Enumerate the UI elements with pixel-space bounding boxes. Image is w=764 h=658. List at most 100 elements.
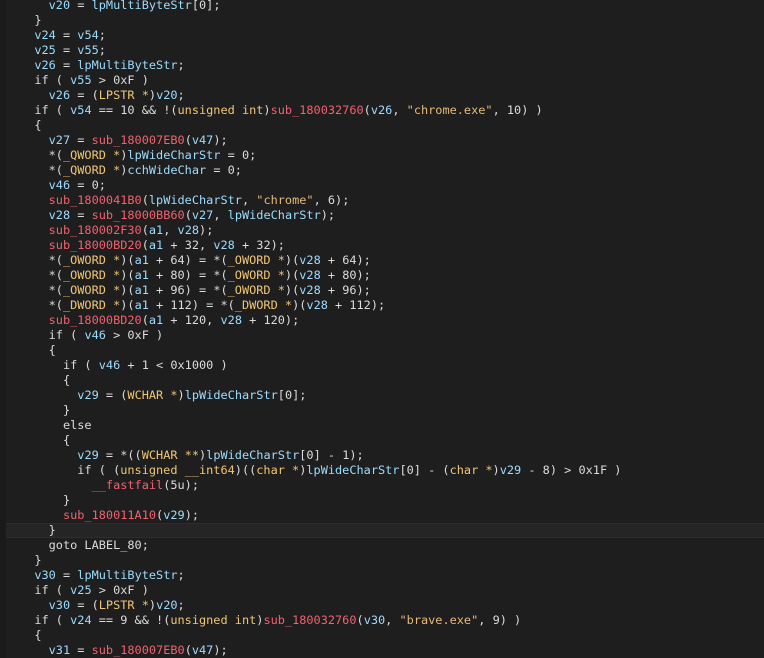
code-token-plain: == 10 && !( (91, 103, 178, 117)
code-line[interactable]: if ( v55 > 0xF ) (6, 73, 764, 88)
code-token-type: _OWORD * (62, 268, 121, 282)
code-token-var: v54 (70, 103, 92, 117)
code-token-plain: = (55, 28, 78, 42)
code-token-plain: )( (120, 268, 135, 282)
code-token-plain: , 10) ) (492, 103, 543, 117)
code-token-str: "chrome.exe" (406, 103, 493, 117)
code-token-plain: if ( (20, 328, 85, 342)
code-line[interactable]: if ( v46 > 0xF ) (6, 328, 764, 343)
code-token-var: v46 (48, 178, 71, 192)
code-token-plain: *( (20, 268, 63, 282)
code-line[interactable]: v30 = (LPSTR *)v20; (6, 598, 764, 613)
code-token-var: v25 (70, 583, 92, 597)
code-line[interactable]: if ( (unsigned __int64)((char *)lpWideCh… (6, 463, 764, 478)
code-line[interactable]: sub_180002F30(a1, v28); (6, 223, 764, 238)
code-token-plain: ( (184, 208, 192, 222)
code-token-var: v30 (48, 598, 71, 612)
code-token-type: LPSTR * (98, 598, 149, 612)
code-line[interactable]: if ( v24 == 9 && !(unsigned int)sub_1800… (6, 613, 764, 628)
code-line[interactable]: } (6, 493, 764, 508)
code-line[interactable]: v25 = v55; (6, 43, 764, 58)
code-line[interactable]: *(_QWORD *)lpWideCharStr = 0; (6, 148, 764, 163)
code-token-plain: + 112); (327, 298, 386, 312)
code-token-func: sub_18000BD20 (48, 313, 142, 327)
code-line[interactable]: sub_1800041B0(lpWideCharStr, "chrome", 6… (6, 193, 764, 208)
pseudocode-view[interactable]: v20 = lpMultiByteStr[0]; } v24 = v54; v2… (0, 0, 764, 658)
code-token-plain: [0] - ( (399, 463, 450, 477)
code-token-plain: + 64); (320, 253, 371, 267)
code-line[interactable]: goto LABEL_80; (6, 538, 764, 553)
code-line[interactable]: v26 = (LPSTR *)v20; (6, 88, 764, 103)
code-line[interactable]: v26 = lpMultiByteStr; (6, 58, 764, 73)
code-token-type: _QWORD * (62, 163, 121, 177)
code-token-func: sub_18000BD20 (48, 238, 142, 252)
code-line[interactable]: { (6, 118, 764, 133)
code-token-var: v46 (98, 358, 121, 372)
code-token-var: v55 (77, 43, 99, 57)
code-token-var: v28 (220, 313, 242, 327)
code-token-var: v28 (177, 223, 200, 237)
code-token-var: v30 (363, 613, 386, 627)
code-line[interactable]: *(_OWORD *)(a1 + 96) = *(_OWORD *)(v28 +… (6, 283, 764, 298)
code-line[interactable]: v29 = (WCHAR *)lpWideCharStr[0]; (6, 388, 764, 403)
code-token-str: "chrome" (256, 193, 314, 207)
code-token-var: v24 (70, 613, 92, 627)
code-token-var: v47 (191, 133, 214, 147)
code-token-var: a1 (134, 283, 149, 297)
code-line[interactable]: else (6, 418, 764, 433)
code-line[interactable]: { (6, 373, 764, 388)
code-line-current[interactable]: } (6, 523, 764, 538)
code-token-type: _DWORD * (62, 298, 121, 312)
code-line[interactable]: *(_DWORD *)(a1 + 112) = *(_DWORD *)(v28 … (6, 298, 764, 313)
code-token-plain: = 0; (70, 178, 106, 192)
code-token-plain: } (20, 553, 42, 567)
code-token-var: v29 (163, 508, 185, 522)
code-token-plain: if ( (20, 358, 99, 372)
code-token-plain: if ( (20, 73, 71, 87)
code-token-var: v31 (48, 643, 71, 657)
code-token-plain: *( (20, 298, 63, 312)
code-line[interactable]: v20 = lpMultiByteStr[0]; (6, 0, 764, 13)
code-line[interactable]: v46 = 0; (6, 178, 764, 193)
code-token-func: sub_180032760 (270, 103, 364, 117)
code-line[interactable]: { (6, 343, 764, 358)
code-line[interactable]: if ( v25 > 0xF ) (6, 583, 764, 598)
code-line[interactable]: *(_QWORD *)cchWideChar = 0; (6, 163, 764, 178)
code-token-plain: )( (284, 283, 300, 297)
code-line[interactable]: __fastfail(5u); (6, 478, 764, 493)
code-token-plain: ; (177, 88, 185, 102)
code-line[interactable]: { (6, 628, 764, 643)
code-line[interactable]: if ( v46 + 1 < 0x1000 ) (6, 358, 764, 373)
code-token-plain: ; (98, 28, 106, 42)
code-token-type: WCHAR ** (141, 448, 199, 462)
code-token-plain: > 0xF ) (105, 328, 164, 342)
code-token-plain: + 64) = *( (148, 253, 228, 267)
code-line[interactable]: } (6, 13, 764, 28)
code-line[interactable]: v28 = sub_18000BB60(v27, lpWideCharStr); (6, 208, 764, 223)
code-token-var: v28 (299, 283, 321, 297)
code-line[interactable]: { (6, 433, 764, 448)
code-line[interactable]: } (6, 553, 764, 568)
code-token-plain: ; (98, 43, 106, 57)
code-line[interactable]: *(_OWORD *)(a1 + 80) = *(_OWORD *)(v28 +… (6, 268, 764, 283)
code-token-var: v54 (77, 28, 99, 42)
code-line[interactable]: v31 = sub_180007EB0(v47); (6, 643, 764, 658)
code-line[interactable]: sub_18000BD20(a1 + 32, v28 + 32); (6, 238, 764, 253)
code-token-var: v27 (48, 133, 71, 147)
code-line[interactable]: sub_180011A10(v29); (6, 508, 764, 523)
code-token-type: _OWORD * (227, 283, 285, 297)
code-line[interactable]: sub_18000BD20(a1 + 120, v28 + 120); (6, 313, 764, 328)
code-token-plain: { (20, 628, 42, 642)
code-token-plain: ) (148, 88, 157, 102)
code-line[interactable]: v29 = *((WCHAR **)lpWideCharStr[0] - 1); (6, 448, 764, 463)
code-line[interactable]: if ( v54 == 10 && !(unsigned int)sub_180… (6, 103, 764, 118)
code-line[interactable]: v24 = v54; (6, 28, 764, 43)
code-line[interactable]: v30 = lpMultiByteStr; (6, 568, 764, 583)
code-line[interactable]: v27 = sub_180007EB0(v47); (6, 133, 764, 148)
code-line[interactable]: } (6, 403, 764, 418)
code-token-plain: ); (184, 508, 200, 522)
code-line[interactable]: *(_OWORD *)(a1 + 64) = *(_OWORD *)(v28 +… (6, 253, 764, 268)
